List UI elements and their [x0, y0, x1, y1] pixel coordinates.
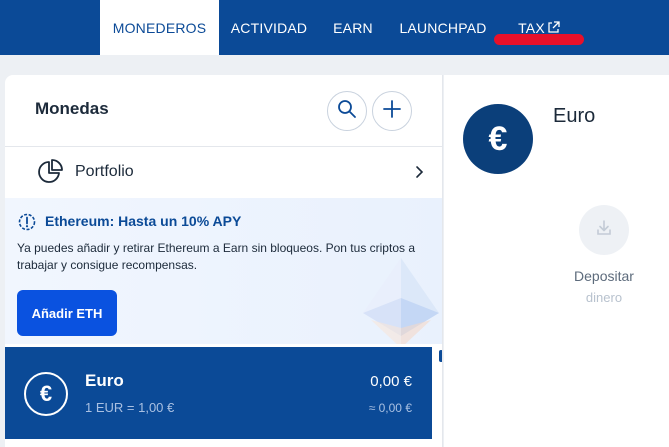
deposit-label: Depositar	[574, 268, 634, 284]
tab-label: LAUNCHPAD	[399, 19, 487, 36]
tab-monederos[interactable]: MONEDEROS	[100, 0, 219, 55]
deposit-button[interactable]	[579, 205, 629, 255]
ethereum-logo-icon	[361, 258, 441, 344]
portfolio-row[interactable]: Portfolio	[5, 147, 442, 197]
plus-icon	[382, 99, 402, 124]
search-button[interactable]	[327, 91, 367, 131]
download-icon	[595, 219, 613, 242]
coins-panel: Monedas Portfolio Ethereum: Hasta un 10%…	[5, 75, 443, 447]
promo-title: Ethereum: Hasta un 10% APY	[45, 213, 242, 229]
add-coin-button[interactable]	[372, 91, 412, 131]
coin-approx-value: ≈ 0,00 €	[368, 401, 412, 415]
euro-icon: €	[24, 372, 68, 416]
promo-banner: Ethereum: Hasta un 10% APY Ya puedes aña…	[5, 198, 442, 344]
deposit-sublabel: dinero	[585, 290, 623, 305]
tax-highlight-mark	[494, 34, 584, 45]
detail-title: Euro	[553, 105, 596, 127]
tab-earn[interactable]: EARN	[322, 0, 384, 55]
chevron-right-icon	[415, 165, 425, 184]
coin-rate: 1 EUR = 1,00 €	[85, 400, 175, 415]
scrollbar[interactable]	[439, 350, 442, 362]
coin-row-euro[interactable]: € Euro 1 EUR = 1,00 € 0,00 € ≈ 0,00 €	[5, 347, 432, 439]
coin-name: Euro	[85, 371, 124, 390]
tab-label: MONEDEROS	[112, 19, 207, 36]
top-navigation: MONEDEROS ACTIVIDAD EARN LAUNCHPAD TAX	[0, 0, 669, 55]
tab-launchpad[interactable]: LAUNCHPAD	[390, 0, 496, 55]
portfolio-label: Portfolio	[75, 163, 134, 180]
coin-detail-panel: € Euro Depositar dinero	[444, 75, 669, 447]
coins-title: Monedas	[35, 99, 109, 118]
info-gear-icon	[17, 212, 37, 237]
pie-chart-icon	[37, 159, 63, 190]
add-eth-button[interactable]: Añadir ETH	[17, 290, 117, 336]
external-link-icon	[547, 21, 560, 34]
search-icon	[337, 99, 357, 124]
tab-tax[interactable]: TAX	[504, 0, 574, 55]
coin-balance: 0,00 €	[370, 373, 412, 390]
tab-label: EARN	[333, 19, 373, 36]
tab-label: ACTIVIDAD	[230, 19, 308, 36]
euro-icon: €	[463, 104, 533, 174]
tab-actividad[interactable]: ACTIVIDAD	[222, 0, 316, 55]
